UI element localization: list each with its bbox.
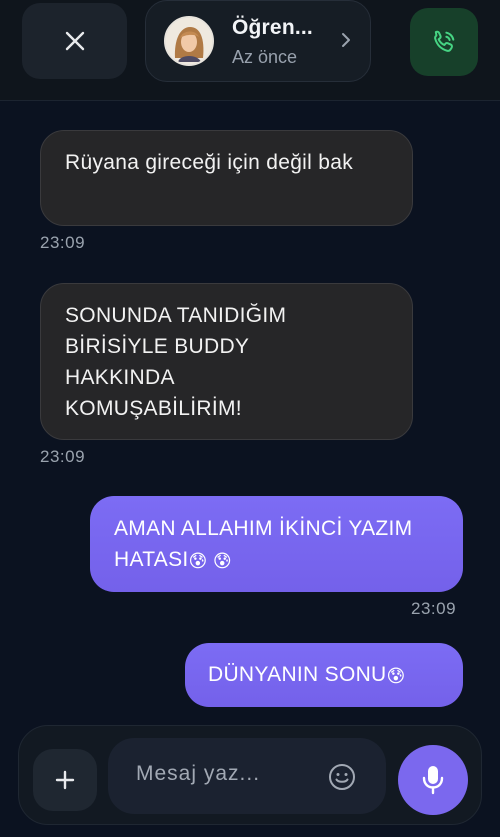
message-time: 23:09	[411, 599, 457, 618]
message-emoji: 😰	[386, 666, 406, 686]
message-time: 23:09	[40, 233, 86, 252]
avatar	[164, 16, 214, 66]
contact-name: Öğren...	[232, 16, 313, 39]
close-icon	[65, 31, 84, 51]
message-text: DÜNYANIN SONU	[208, 663, 387, 686]
attach-button[interactable]	[33, 749, 97, 811]
chevron-right-icon	[342, 33, 350, 47]
contact-status: Az önce	[232, 47, 298, 67]
call-button[interactable]	[410, 8, 478, 76]
message-text: Rüyana gireceği için değil bak	[65, 151, 353, 174]
message-text: SONUNDA TANIDIĞIM BİRİSİYLE BUDDY HAKKIN…	[65, 304, 287, 420]
smile-icon[interactable]	[328, 763, 356, 791]
message-emoji: 😰 😰	[188, 551, 232, 571]
message-input[interactable]	[136, 762, 316, 786]
message-bubble-incoming[interactable]: Rüyana gireceği için değil bak	[40, 130, 413, 226]
phone-icon	[434, 30, 455, 52]
message-bubble-incoming[interactable]: SONUNDA TANIDIĞIM BİRİSİYLE BUDDY HAKKIN…	[40, 283, 413, 440]
message-time: 23:09	[40, 447, 86, 466]
message-bubble-outgoing[interactable]: DÜNYANIN SONU😰	[185, 643, 463, 707]
message-text: AMAN ALLAHIM İKİNCİ YAZIM HATASI	[114, 517, 413, 571]
message-bubble-outgoing[interactable]: AMAN ALLAHIM İKİNCİ YAZIM HATASI😰 😰	[90, 496, 463, 592]
chat-header: Öğren... Az önce	[0, 0, 500, 101]
voice-message-button[interactable]	[398, 745, 468, 815]
close-button[interactable]	[22, 3, 127, 79]
microphone-icon	[422, 766, 444, 795]
plus-icon	[55, 770, 75, 790]
contact-info-button[interactable]: Öğren... Az önce	[145, 0, 371, 82]
